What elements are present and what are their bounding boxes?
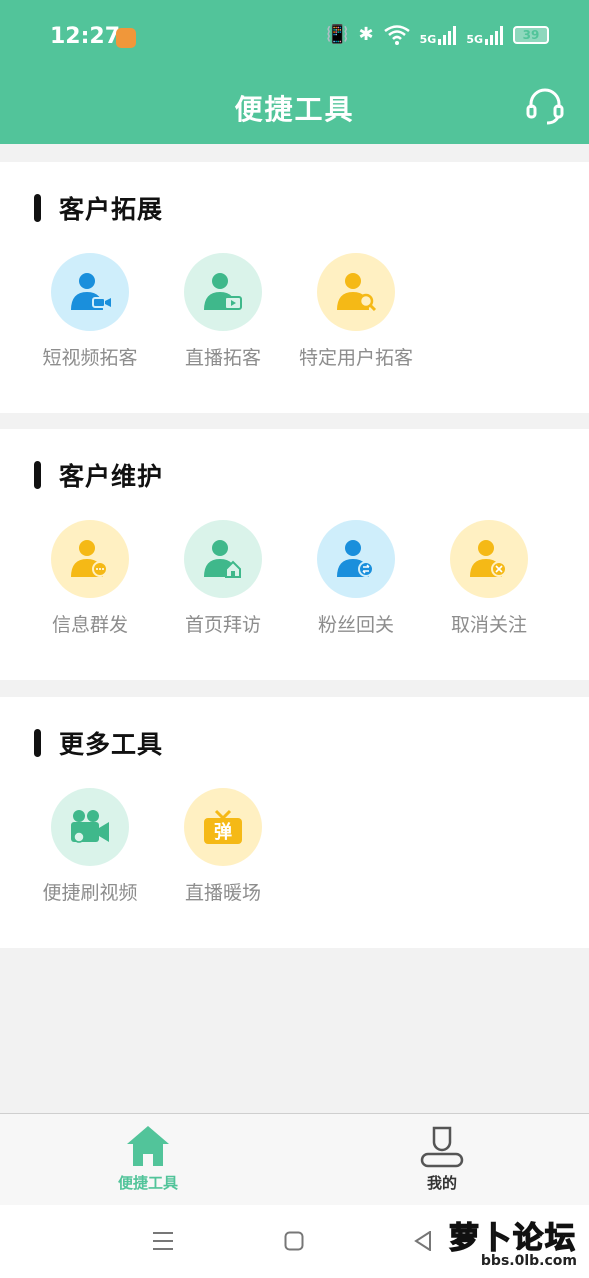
tool-live-warmup[interactable]: 弹 直播暖场	[153, 788, 293, 905]
section-title: 更多工具	[59, 730, 164, 759]
search-person-icon	[317, 253, 395, 331]
nav-tools[interactable]: 便捷工具	[88, 1124, 208, 1193]
status-icons: 📳 ✱ 5G 5G 39	[326, 24, 549, 45]
tool-label: 粉丝回关	[317, 614, 394, 636]
nav-mine[interactable]: 我的	[382, 1124, 502, 1193]
unfollow-person-icon	[450, 520, 528, 598]
system-nav-bar: 萝卜论坛 bbs.0lb.com	[0, 1205, 589, 1278]
cell-signal-2: 5G	[466, 25, 503, 45]
section-header: 更多工具	[34, 725, 163, 761]
section-header: 客户维护	[34, 457, 163, 493]
tool-follow-back-fans[interactable]: 粉丝回关	[286, 520, 426, 637]
tool-targeted-user-expansion[interactable]: 特定用户拓客	[286, 253, 426, 370]
tv-badge-text: 弹	[214, 821, 232, 843]
tool-quick-browse-video[interactable]: 便捷刷视频	[20, 788, 160, 905]
vibrate-icon: 📳	[326, 24, 349, 45]
follow-back-person-icon	[317, 520, 395, 598]
tool-label: 直播暖场	[184, 882, 261, 904]
app-notification-icon	[116, 28, 136, 48]
back-icon[interactable]	[414, 1231, 432, 1251]
tool-label: 直播拓客	[184, 347, 261, 369]
section-customer-expansion: 客户拓展 短视频拓客 直播拓客 特定用户拓客	[0, 162, 589, 413]
section-title: 客户拓展	[59, 195, 164, 224]
watermark-logo: 萝卜论坛 bbs.0lb.com	[448, 1213, 577, 1269]
cell-signal-1: 5G	[420, 25, 457, 45]
tool-mass-message[interactable]: 信息群发	[20, 520, 160, 637]
section-customer-maintenance: 客户维护 信息群发 首页拜访 粉丝回关 取消关注	[0, 429, 589, 680]
user-profile-icon	[420, 1126, 464, 1168]
wifi-icon	[383, 24, 410, 45]
tool-label: 便捷刷视频	[42, 882, 138, 904]
live-person-icon	[184, 253, 262, 331]
video-camera-icon	[51, 788, 129, 866]
home-square-icon[interactable]	[284, 1231, 304, 1251]
home-person-icon	[184, 520, 262, 598]
tool-label: 短视频拓客	[42, 347, 138, 369]
app-header: 便捷工具	[0, 72, 589, 144]
tool-unfollow[interactable]: 取消关注	[419, 520, 559, 637]
tool-label: 特定用户拓客	[298, 347, 413, 369]
tool-live-expansion[interactable]: 直播拓客	[153, 253, 293, 370]
section-marker	[34, 194, 41, 222]
message-person-icon	[51, 520, 129, 598]
menu-icon[interactable]	[152, 1231, 174, 1251]
bluetooth-icon: ✱	[358, 24, 374, 45]
section-title: 客户维护	[59, 462, 164, 491]
watermark-text: 萝卜论坛	[448, 1220, 577, 1257]
battery-icon: 39	[513, 25, 549, 44]
section-more-tools: 更多工具 便捷刷视频 弹 直播暖场	[0, 697, 589, 948]
status-bar: 12:27 📳 ✱ 5G 5G 39	[0, 0, 589, 72]
tool-label: 首页拜访	[184, 614, 261, 636]
nav-label: 我的	[426, 1174, 457, 1192]
tool-short-video-expansion[interactable]: 短视频拓客	[20, 253, 160, 370]
bottom-nav: 便捷工具 我的	[0, 1113, 589, 1205]
tool-label: 信息群发	[51, 614, 128, 636]
tool-homepage-visit[interactable]: 首页拜访	[153, 520, 293, 637]
tool-label: 取消关注	[450, 614, 527, 636]
nav-label: 便捷工具	[117, 1174, 178, 1192]
section-marker	[34, 461, 41, 489]
customer-service-headset-icon[interactable]	[525, 86, 565, 126]
page-title: 便捷工具	[234, 93, 355, 126]
section-header: 客户拓展	[34, 190, 163, 226]
section-marker	[34, 729, 41, 757]
home-icon	[127, 1126, 169, 1166]
short-video-person-icon	[51, 253, 129, 331]
status-time: 12:27	[50, 24, 121, 49]
danmaku-tv-icon: 弹	[184, 788, 262, 866]
